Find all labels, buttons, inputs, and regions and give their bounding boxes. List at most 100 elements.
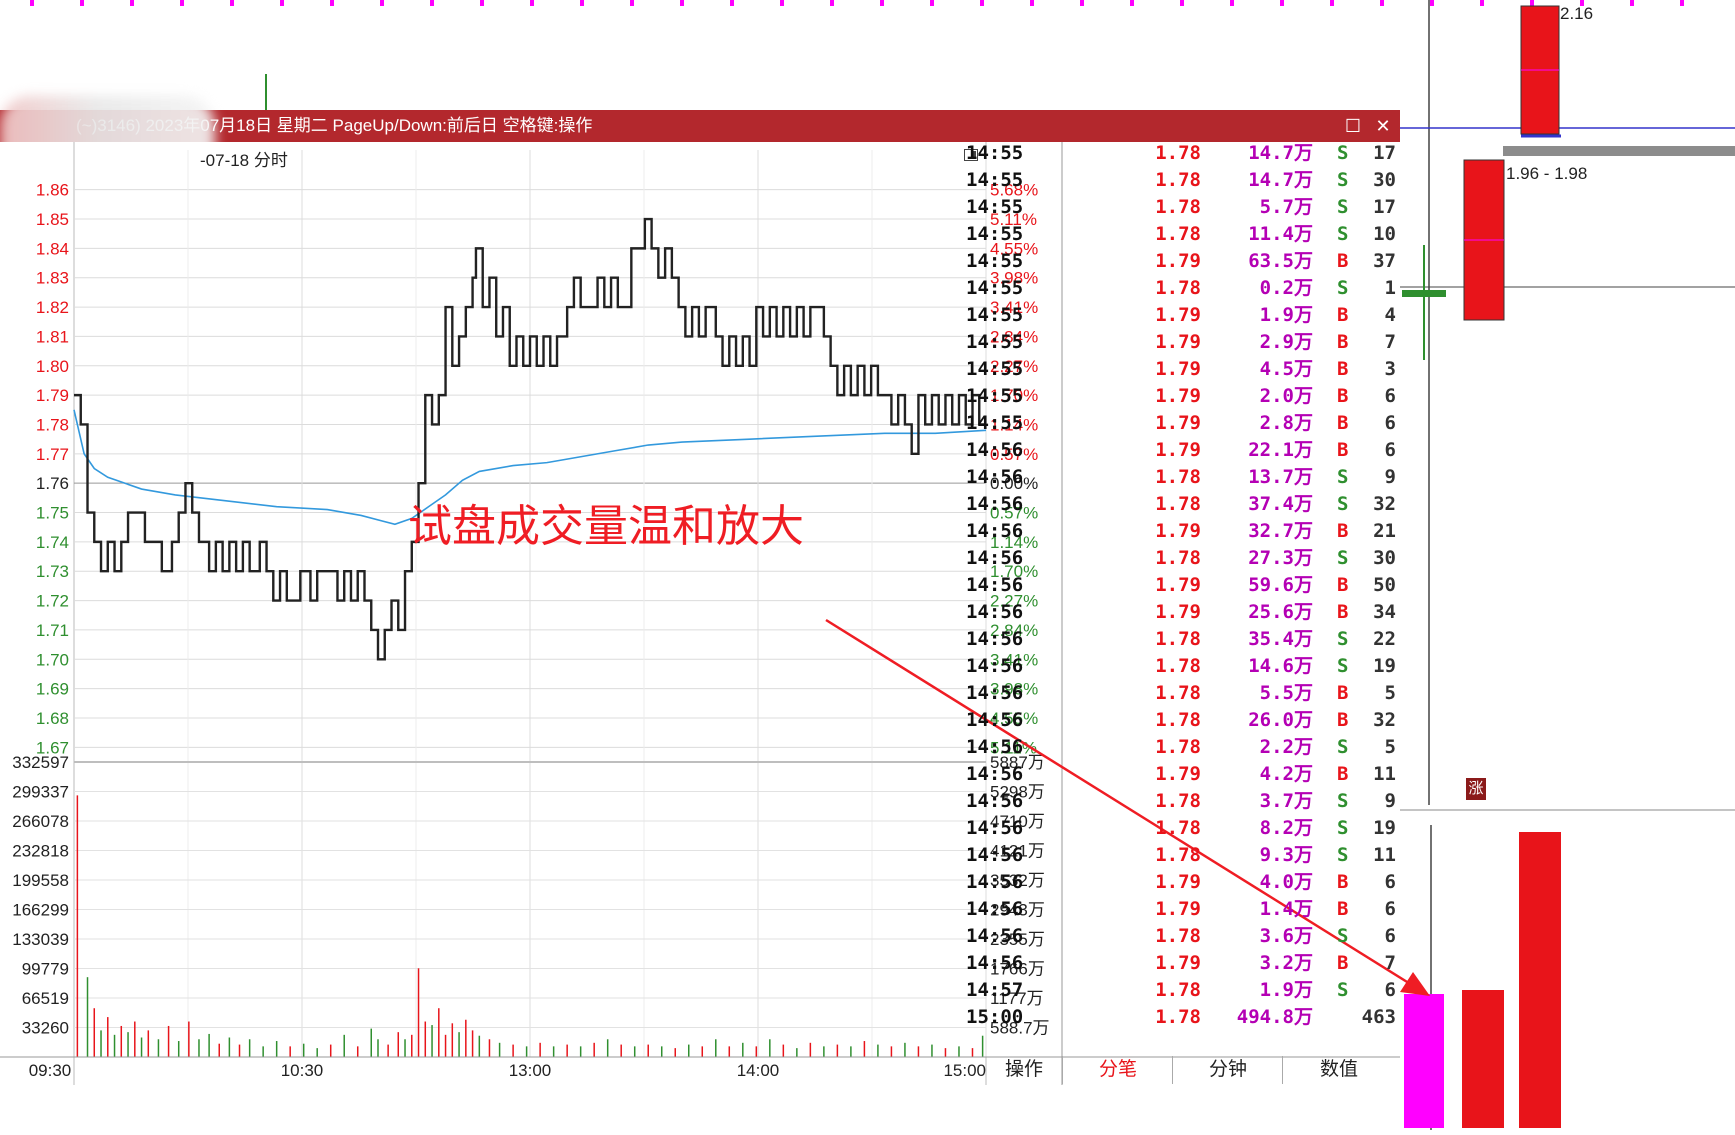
tick-count: 17 bbox=[1373, 196, 1396, 218]
tick-row: 15:00 1.78 494.8万 463 bbox=[966, 1004, 1400, 1031]
tick-row: 14:55 1.78 5.7万 S 17 bbox=[966, 194, 1400, 221]
tick-row: 14:56 1.78 2.2万 S 5 bbox=[966, 734, 1400, 761]
volume-tick-label: 33260 bbox=[22, 1018, 69, 1037]
tick-row: 14:56 1.78 26.0万 B 32 bbox=[966, 707, 1400, 734]
price-tick-label: 1.84 bbox=[36, 239, 69, 258]
price-tick-label: 1.75 bbox=[36, 504, 69, 523]
tick-count: 4 bbox=[1384, 304, 1396, 326]
price-tick-label: 1.85 bbox=[36, 210, 69, 229]
tick-row: 14:55 1.78 14.7万 S 17 bbox=[966, 140, 1400, 167]
price-tick-label: 1.71 bbox=[36, 621, 69, 640]
price-tick-label: 1.81 bbox=[36, 327, 69, 346]
tick-row: 14:56 1.78 5.5万 B 5 bbox=[966, 680, 1400, 707]
price-tick-label: 1.78 bbox=[36, 415, 69, 434]
volume-tick-label: 133039 bbox=[12, 930, 69, 949]
tick-count: 10 bbox=[1373, 223, 1396, 245]
volume-tick-label: 232818 bbox=[12, 841, 69, 860]
tick-count: 7 bbox=[1384, 331, 1396, 353]
chart-title: -07-18 分时 bbox=[200, 151, 288, 170]
tick-count: 32 bbox=[1373, 709, 1396, 731]
tick-count: 6 bbox=[1384, 439, 1396, 461]
tick-row: 14:55 1.79 2.0万 B 6 bbox=[966, 383, 1400, 410]
tick-row: 14:56 1.78 13.7万 S 9 bbox=[966, 464, 1400, 491]
tick-count: 30 bbox=[1373, 169, 1396, 191]
volume-tick-label: 266078 bbox=[12, 812, 69, 831]
tick-row: 14:56 1.79 25.6万 B 34 bbox=[966, 599, 1400, 626]
price-tick-label: 1.80 bbox=[36, 357, 69, 376]
tab-minute[interactable]: 分钟 bbox=[1172, 1056, 1283, 1084]
price-tick-label: 1.77 bbox=[36, 445, 69, 464]
tick-count: 19 bbox=[1373, 817, 1396, 839]
tick-row: 14:55 1.78 0.2万 S 1 bbox=[966, 275, 1400, 302]
tick-row: 14:56 1.78 8.2万 S 19 bbox=[966, 815, 1400, 842]
price-tick-label: 1.76 bbox=[36, 474, 69, 493]
tick-row: 14:56 1.78 3.7万 S 9 bbox=[966, 788, 1400, 815]
tick-row: 14:56 1.78 37.4万 S 32 bbox=[966, 491, 1400, 518]
tick-row: 14:57 1.78 1.9万 S 6 bbox=[966, 977, 1400, 1004]
tick-row: 14:56 1.78 14.6万 S 19 bbox=[966, 653, 1400, 680]
price-tick-label: 1.69 bbox=[36, 680, 69, 699]
tick-count: 30 bbox=[1373, 547, 1396, 569]
tick-count: 1 bbox=[1384, 277, 1396, 299]
tick-count: 50 bbox=[1373, 574, 1396, 596]
tick-row: 14:56 1.79 4.2万 B 11 bbox=[966, 761, 1400, 788]
tick-count: 463 bbox=[1361, 1006, 1396, 1028]
tick-row: 14:55 1.79 4.5万 B 3 bbox=[966, 356, 1400, 383]
price-tick-label: 1.73 bbox=[36, 562, 69, 581]
tick-count: 34 bbox=[1373, 601, 1396, 623]
price-tick-label: 1.74 bbox=[36, 533, 69, 552]
price-tick-label: 1.68 bbox=[36, 709, 69, 728]
tick-count: 11 bbox=[1373, 844, 1396, 866]
tick-count: 6 bbox=[1384, 925, 1396, 947]
tick-row: 14:55 1.79 63.5万 B 37 bbox=[966, 248, 1400, 275]
tick-row: 14:55 1.78 14.7万 S 30 bbox=[966, 167, 1400, 194]
tick-count: 5 bbox=[1384, 682, 1396, 704]
tick-count: 37 bbox=[1373, 250, 1396, 272]
tick-row: 14:56 1.79 4.0万 B 6 bbox=[966, 869, 1400, 896]
tick-row: 14:55 1.78 11.4万 S 10 bbox=[966, 221, 1400, 248]
volume-tick-label: 166299 bbox=[12, 900, 69, 919]
annotation-arrowhead bbox=[1400, 972, 1430, 996]
price-tick-label: 1.72 bbox=[36, 592, 69, 611]
volume-tick-label: 199558 bbox=[12, 871, 69, 890]
time-axis-label: 13:00 bbox=[509, 1061, 552, 1080]
price-tick-label: 1.82 bbox=[36, 298, 69, 317]
tick-count: 7 bbox=[1384, 952, 1396, 974]
tick-count: 9 bbox=[1384, 790, 1396, 812]
tab-values[interactable]: 数值 bbox=[1282, 1056, 1395, 1084]
tick-count: 6 bbox=[1384, 979, 1396, 1001]
volume-tick-label: 332597 bbox=[12, 753, 69, 772]
price-tick-label: 1.86 bbox=[36, 181, 69, 200]
price-tick-label: 1.83 bbox=[36, 269, 69, 288]
tick-count: 6 bbox=[1384, 898, 1396, 920]
tab-trades[interactable]: 分笔 bbox=[1062, 1056, 1173, 1084]
tick-row: 14:56 1.78 3.6万 S 6 bbox=[966, 923, 1400, 950]
tick-row: 14:56 1.79 3.2万 B 7 bbox=[966, 950, 1400, 977]
tick-count: 9 bbox=[1384, 466, 1396, 488]
volume-tick-label: 299337 bbox=[12, 783, 69, 802]
time-axis-label: 15:00 bbox=[943, 1061, 986, 1080]
volume-tick-label: 66519 bbox=[22, 989, 69, 1008]
tick-row: 14:56 1.79 59.6万 B 50 bbox=[966, 572, 1400, 599]
tick-count: 6 bbox=[1384, 871, 1396, 893]
time-axis-label: 14:00 bbox=[737, 1061, 780, 1080]
tick-row: 14:56 1.79 1.4万 B 6 bbox=[966, 896, 1400, 923]
tick-row: 14:56 1.78 35.4万 S 22 bbox=[966, 626, 1400, 653]
tick-count: 22 bbox=[1373, 628, 1396, 650]
tick-count: 5 bbox=[1384, 736, 1396, 758]
tick-row: 14:55 1.79 2.9万 B 7 bbox=[966, 329, 1400, 356]
tick-count: 11 bbox=[1373, 763, 1396, 785]
tick-row: 14:56 1.78 27.3万 S 30 bbox=[966, 545, 1400, 572]
volume-tick-label: 99779 bbox=[22, 960, 69, 979]
tick-count: 17 bbox=[1373, 142, 1396, 164]
tick-row: 14:56 1.78 9.3万 S 11 bbox=[966, 842, 1400, 869]
tick-count: 6 bbox=[1384, 412, 1396, 434]
tick-row: 14:56 1.79 22.1万 B 6 bbox=[966, 437, 1400, 464]
tab-ops[interactable]: 操作 bbox=[986, 1056, 1062, 1084]
tick-count: 6 bbox=[1384, 385, 1396, 407]
tick-row: 14:55 1.79 2.8万 B 6 bbox=[966, 410, 1400, 437]
tick-count: 32 bbox=[1373, 493, 1396, 515]
tick-count: 21 bbox=[1373, 520, 1396, 542]
price-tick-label: 1.70 bbox=[36, 650, 69, 669]
tick-row: 14:55 1.79 1.9万 B 4 bbox=[966, 302, 1400, 329]
